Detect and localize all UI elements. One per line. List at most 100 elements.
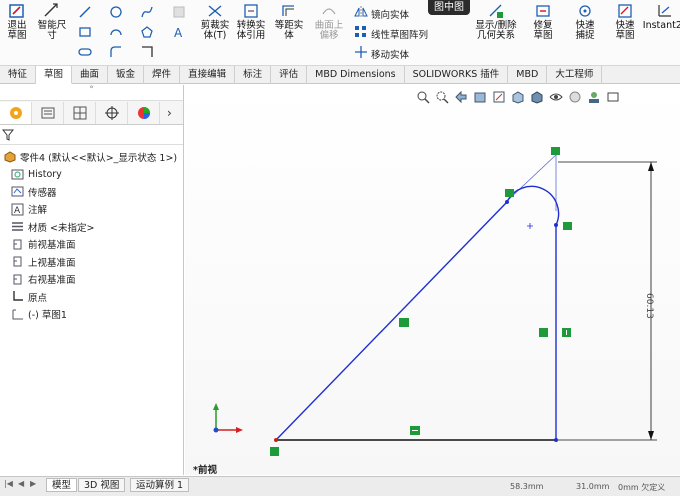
corner-tool-icon[interactable] bbox=[139, 44, 155, 60]
model-tab[interactable]: 模型 bbox=[46, 478, 78, 492]
reference-triad bbox=[213, 403, 243, 433]
tree-item[interactable]: 右视基准面 bbox=[0, 271, 183, 289]
ribbon-tab[interactable]: 直接编辑 bbox=[180, 66, 236, 84]
smart-dimension-label: 智能尺寸 bbox=[37, 20, 67, 41]
relation-marker[interactable] bbox=[551, 147, 560, 155]
snap-icon bbox=[575, 2, 595, 20]
relation-marker[interactable] bbox=[410, 426, 420, 435]
vertical-dimension[interactable] bbox=[558, 161, 657, 441]
show-delete-relations-button[interactable]: 显示/删除几何关系 bbox=[474, 2, 518, 41]
panel-collapse-handle[interactable]: ° bbox=[0, 85, 183, 101]
tree-item[interactable]: 上视基准面 bbox=[0, 253, 183, 271]
model-tab[interactable]: 运动算例 1 bbox=[130, 478, 190, 492]
ribbon-tab[interactable]: MBD Dimensions bbox=[307, 66, 405, 84]
quick-sketch-label: 快速草图 bbox=[615, 20, 635, 41]
move-entities-button[interactable]: 移动实体 bbox=[354, 45, 409, 62]
sketch-point[interactable] bbox=[505, 200, 509, 204]
polygon-tool-icon[interactable] bbox=[139, 24, 155, 40]
rectangle-tool-icon[interactable] bbox=[77, 24, 93, 40]
graphics-area[interactable]: 60.13 *前视 bbox=[185, 85, 680, 475]
model-tab[interactable]: 3D 视图 bbox=[78, 478, 126, 492]
crosshair-icon bbox=[104, 105, 119, 120]
linear-pattern-button[interactable]: 线性草图阵列 bbox=[354, 25, 428, 42]
relation-marker[interactable] bbox=[505, 189, 514, 197]
offset-entities-button[interactable]: 等距实体 bbox=[272, 2, 306, 41]
chevron-right-icon[interactable]: › bbox=[167, 106, 183, 120]
status-value: 31.0mm bbox=[576, 482, 610, 491]
convert-label: 转换实体引用 bbox=[236, 20, 266, 41]
dimxpert-tab[interactable] bbox=[96, 101, 128, 124]
plane-icon bbox=[10, 237, 24, 251]
tree-item-label: History bbox=[28, 168, 62, 180]
next-tab-arrow-icon[interactable]: ▶ bbox=[30, 479, 39, 490]
svg-text:A: A bbox=[14, 206, 21, 216]
spline-tool-icon[interactable] bbox=[139, 4, 155, 20]
origin-point[interactable] bbox=[274, 438, 278, 442]
ribbon-tab[interactable]: 曲面 bbox=[72, 66, 109, 84]
relation-marker[interactable] bbox=[562, 328, 571, 337]
sketch-point[interactable] bbox=[554, 438, 558, 442]
text-tool-icon[interactable]: A bbox=[171, 24, 187, 40]
svg-text:A: A bbox=[174, 26, 183, 39]
line-tool-icon[interactable] bbox=[77, 4, 93, 20]
prev-tab-arrow-icon[interactable]: ◀ bbox=[18, 479, 27, 490]
property-manager-tab[interactable] bbox=[32, 101, 64, 124]
configuration-manager-tab[interactable] bbox=[64, 101, 96, 124]
exit-sketch-label: 退出草图 bbox=[7, 20, 27, 41]
relation-marker[interactable] bbox=[563, 222, 572, 230]
exit-sketch-button[interactable]: 退出草图 bbox=[2, 2, 32, 41]
tree-item[interactable]: 前视基准面 bbox=[0, 236, 183, 254]
ribbon-tab[interactable]: 标注 bbox=[235, 66, 272, 84]
dimension-value[interactable]: 60.13 bbox=[644, 293, 654, 319]
mirror-entities-button[interactable]: 镜向实体 bbox=[354, 5, 409, 22]
quick-sketch-button[interactable]: 快速草图 bbox=[608, 2, 642, 41]
relation-marker[interactable] bbox=[539, 328, 548, 337]
tree-item-label: (-) 草图1 bbox=[28, 310, 67, 322]
tree-item[interactable]: A 注解 bbox=[0, 201, 183, 219]
convert-icon bbox=[241, 2, 261, 20]
display-manager-tab[interactable] bbox=[128, 101, 160, 124]
quick-snap-button[interactable]: 快速捕捉 bbox=[568, 2, 602, 41]
smart-dimension-button[interactable]: 智能尺寸 bbox=[34, 2, 70, 41]
trim-entities-button[interactable]: 剪裁实体(T) bbox=[198, 2, 232, 41]
ribbon-tab[interactable]: MBD bbox=[508, 66, 548, 84]
sketch-arc[interactable] bbox=[506, 185, 560, 226]
ribbon-tab[interactable]: 草图 bbox=[36, 66, 73, 84]
arc-center-mark[interactable] bbox=[527, 223, 533, 229]
arc-tool-icon[interactable] bbox=[108, 24, 124, 40]
surface-offset-label: 曲面上偏移 bbox=[314, 20, 344, 41]
sketch-icon bbox=[10, 307, 24, 321]
circle-tool-icon[interactable] bbox=[108, 4, 124, 20]
feature-manager-tab[interactable] bbox=[0, 101, 32, 124]
ribbon-tab[interactable]: 大工程师 bbox=[547, 66, 603, 84]
tree-item[interactable]: 材质 <未指定> bbox=[0, 218, 183, 236]
move-label: 移动实体 bbox=[371, 49, 410, 61]
ribbon-tab[interactable]: 特征 bbox=[0, 66, 37, 84]
instant2d-button[interactable]: Instant2D bbox=[643, 2, 680, 31]
first-tab-arrow-icon[interactable]: |◀ bbox=[4, 479, 13, 490]
tree-item[interactable]: History bbox=[0, 166, 183, 184]
filter-icon[interactable] bbox=[2, 129, 14, 141]
tree-item[interactable]: 传感器 bbox=[0, 183, 183, 201]
status-value: 0mm 欠定义 bbox=[618, 483, 666, 492]
tree-item[interactable]: 零件4 (默认<<默认>_显示状态 1>) bbox=[0, 148, 183, 166]
origin-icon bbox=[10, 290, 24, 304]
ribbon-tab[interactable]: 焊件 bbox=[144, 66, 181, 84]
tree-item-label: 上视基准面 bbox=[28, 257, 76, 269]
slot-tool-icon[interactable] bbox=[77, 44, 93, 60]
relation-marker[interactable] bbox=[399, 318, 409, 327]
ribbon-tab[interactable]: SOLIDWORKS 插件 bbox=[405, 66, 509, 84]
ribbon-tab[interactable]: 评估 bbox=[271, 66, 308, 84]
relation-marker[interactable] bbox=[270, 447, 279, 456]
repair-sketch-button[interactable]: 修复草图 bbox=[526, 2, 560, 41]
sketch-line-hypotenuse[interactable] bbox=[275, 201, 508, 441]
tree-item[interactable]: 原点 bbox=[0, 288, 183, 306]
tree-item-label: 前视基准面 bbox=[28, 240, 76, 252]
offset-on-surface-button[interactable]: 曲面上偏移 bbox=[311, 2, 347, 41]
surface-offset-icon bbox=[319, 2, 339, 20]
convert-entities-button[interactable]: 转换实体引用 bbox=[234, 2, 268, 41]
ribbon-tab[interactable]: 钣金 bbox=[108, 66, 145, 84]
tree-item[interactable]: (-) 草图1 bbox=[0, 306, 183, 324]
sketch-point[interactable] bbox=[554, 223, 558, 227]
fillet-tool-icon[interactable] bbox=[108, 44, 124, 60]
